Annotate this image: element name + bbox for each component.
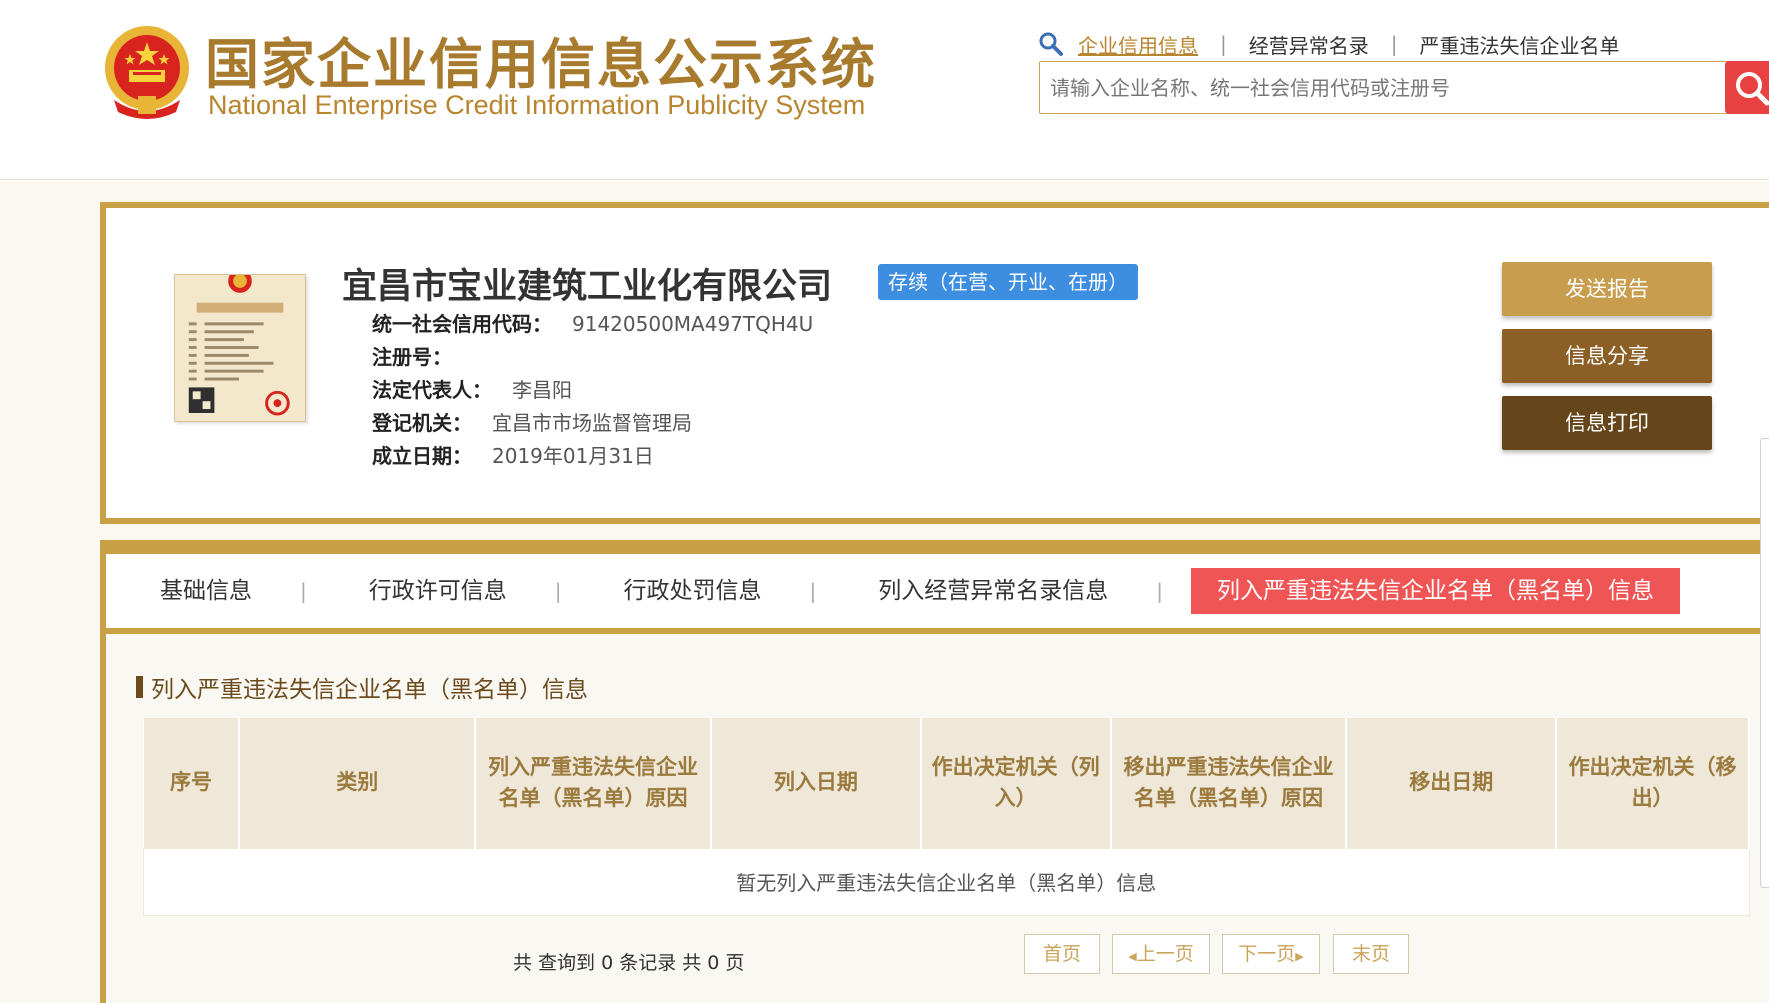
registration-authority-label: 登记机关：: [372, 411, 472, 435]
prev-page-label: 上一页: [1136, 943, 1194, 965]
tab-basic-info[interactable]: 基础信息: [152, 568, 260, 614]
blacklist-table: 序号 类别 列入严重违法失信企业名单（黑名单）原因 列入日期 作出决定机关（列入…: [143, 718, 1750, 916]
tab-separator: |: [809, 579, 817, 603]
nav-enterprise-credit-info[interactable]: 企业信用信息: [1078, 30, 1198, 59]
company-name: 宜昌市宝业建筑工业化有限公司: [342, 267, 833, 307]
tab-separator: |: [1156, 579, 1163, 603]
credit-code-row: 统一社会信用代码： 91420500MA497TQH4U: [372, 308, 813, 337]
chevron-left-icon: ◀: [1128, 950, 1137, 963]
search-icon: [1736, 72, 1769, 106]
business-license-icon[interactable]: [174, 274, 306, 422]
nav-abnormal-operation-list[interactable]: 经营异常名录: [1249, 30, 1369, 59]
tab-administrative-penalty[interactable]: 行政处罚信息: [616, 568, 770, 614]
tab-abnormal-operation[interactable]: 列入经营异常名录信息: [870, 568, 1116, 614]
share-info-button[interactable]: 信息分享: [1502, 329, 1712, 383]
tab-list: 基础信息 | 行政许可信息 | 行政处罚信息 | 列入经营异常名录信息 | 列入…: [106, 568, 1680, 614]
col-removal-reason: 移出严重违法失信企业名单（黑名单）原因: [1110, 718, 1348, 848]
print-info-button[interactable]: 信息打印: [1502, 396, 1712, 450]
tab-administrative-license[interactable]: 行政许可信息: [361, 568, 515, 614]
credit-code-value: 91420500MA497TQH4U: [572, 312, 814, 336]
search-button[interactable]: [1725, 61, 1769, 114]
pagination-summary: 共 查询到 0 条记录 共 0 页: [513, 952, 745, 974]
nav-separator: |: [1390, 32, 1398, 56]
tab-blacklist[interactable]: 列入严重违法失信企业名单（黑名单）信息: [1191, 568, 1680, 614]
company-card: 宜昌市宝业建筑工业化有限公司 存续（在营、开业、在册） 统一社会信用代码： 914…: [100, 202, 1769, 524]
empty-message: 暂无列入严重违法失信企业名单（黑名单）信息: [143, 847, 1750, 916]
site-subtitle: National Enterprise Credit Information P…: [208, 90, 866, 120]
search-box: [1039, 61, 1729, 114]
site-title: 国家企业信用信息公示系统: [205, 33, 877, 96]
establishment-date-value: 2019年01月31日: [492, 444, 654, 468]
section-title-text: 列入严重违法失信企业名单（黑名单）信息: [151, 677, 588, 703]
section-title-marker: [136, 676, 143, 698]
tab-separator: |: [554, 579, 562, 603]
credit-code-label: 统一社会信用代码：: [372, 312, 552, 336]
col-listing-authority: 作出决定机关（列入）: [920, 718, 1112, 848]
section-title: 列入严重违法失信企业名单（黑名单）信息: [136, 670, 588, 704]
col-listing-reason: 列入严重违法失信企业名单（黑名单）原因: [475, 718, 712, 848]
first-page-button[interactable]: 首页: [1024, 934, 1100, 974]
nav-separator: |: [1220, 32, 1227, 56]
col-listing-date: 列入日期: [710, 718, 922, 848]
top-nav: 企业信用信息 | 经营异常名录 | 严重违法失信企业名单: [1038, 28, 1620, 60]
legal-representative-value: 李昌阳: [512, 378, 572, 402]
tab-bar: 基础信息 | 行政许可信息 | 行政处罚信息 | 列入经营异常名录信息 | 列入…: [100, 540, 1769, 634]
col-removal-date: 移出日期: [1346, 718, 1558, 848]
registration-number-row: 注册号：: [372, 341, 472, 370]
registration-number-label: 注册号：: [372, 345, 452, 369]
next-page-label: 下一页: [1238, 943, 1296, 965]
page-scrollbar[interactable]: [1760, 438, 1769, 888]
table-header-row: 序号 类别 列入严重违法失信企业名单（黑名单）原因 列入日期 作出决定机关（列入…: [143, 718, 1750, 848]
establishment-date-row: 成立日期： 2019年01月31日: [372, 440, 654, 469]
send-report-button[interactable]: 发送报告: [1502, 262, 1712, 316]
col-category: 类别: [239, 718, 477, 848]
status-badge: 存续（在营、开业、在册）: [878, 264, 1138, 300]
registration-authority-value: 宜昌市市场监督管理局: [492, 411, 692, 435]
establishment-date-label: 成立日期：: [372, 444, 472, 468]
last-page-button[interactable]: 末页: [1333, 934, 1409, 974]
legal-representative-label: 法定代表人：: [372, 378, 492, 402]
search-icon: [1039, 32, 1063, 56]
legal-representative-row: 法定代表人： 李昌阳: [372, 374, 572, 403]
prev-page-button[interactable]: ◀上一页: [1112, 934, 1210, 974]
next-page-button[interactable]: 下一页▶: [1222, 934, 1320, 974]
search-input[interactable]: [1040, 62, 1729, 113]
table-row: 暂无列入严重违法失信企业名单（黑名单）信息: [143, 847, 1750, 916]
national-emblem-icon[interactable]: [100, 24, 194, 122]
col-index: 序号: [143, 718, 241, 848]
site-header: 国家企业信用信息公示系统 National Enterprise Credit …: [0, 0, 1769, 180]
col-removal-authority: 作出决定机关（移出）: [1556, 718, 1750, 848]
chevron-right-icon: ▶: [1295, 950, 1304, 963]
registration-authority-row: 登记机关： 宜昌市市场监督管理局: [372, 407, 692, 436]
nav-serious-violation-list[interactable]: 严重违法失信企业名单: [1420, 30, 1620, 59]
tab-separator: |: [300, 579, 307, 603]
blacklist-panel: 列入严重违法失信企业名单（黑名单）信息 序号 类别 列入严重违法失信企业名单（黑…: [100, 634, 1769, 1003]
